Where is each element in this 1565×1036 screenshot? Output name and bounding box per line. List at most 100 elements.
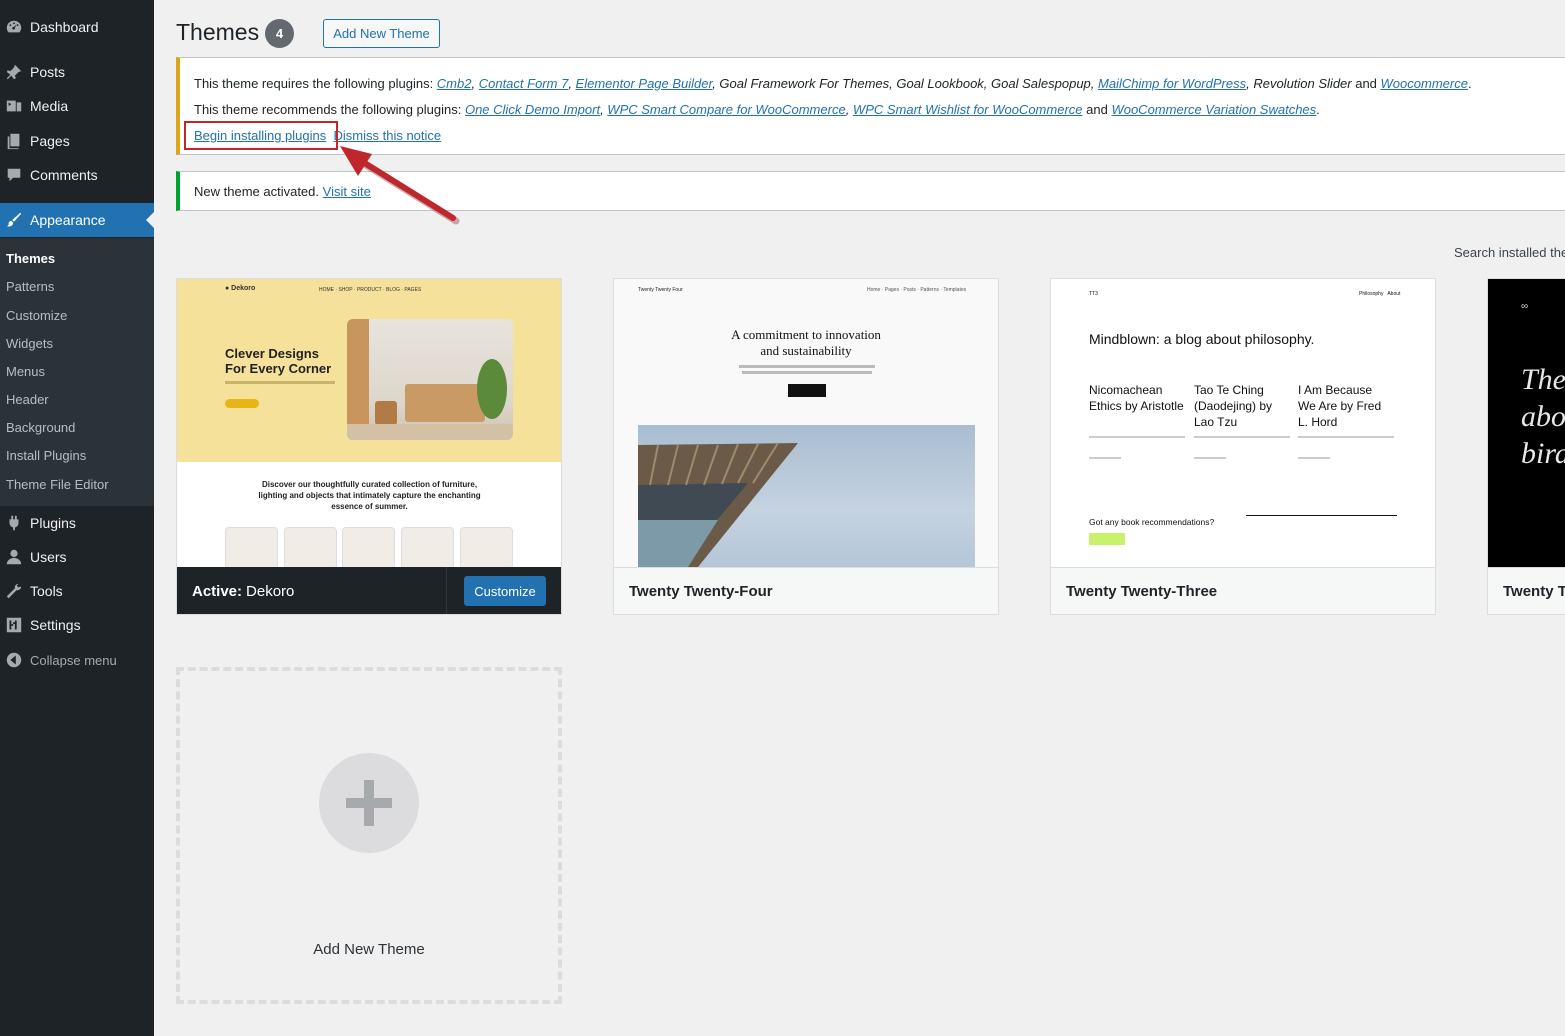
dekoro-logo: ● Dekoro xyxy=(225,285,256,292)
menu-comments-label: Comments xyxy=(30,167,98,183)
theme-screenshot: ∞ The abo bird xyxy=(1488,279,1565,567)
revolution-slider-text: Revolution Slider xyxy=(1253,76,1352,91)
dekoro-category-card xyxy=(401,527,454,567)
tt4-building-photo xyxy=(638,425,975,567)
menu-pages[interactable]: Pages xyxy=(0,124,154,158)
menu-comments[interactable]: Comments xyxy=(0,158,154,192)
pushpin-icon xyxy=(3,62,25,82)
active-label: Active: xyxy=(192,582,243,600)
menu-posts-label: Posts xyxy=(30,64,66,80)
theme-card-twenty-twenty-two[interactable]: ∞ The abo bird Twenty Tw xyxy=(1487,278,1565,615)
recommended-prefix: This theme recommends the following plug… xyxy=(194,102,465,117)
menu-settings[interactable]: Settings xyxy=(0,608,154,642)
tt4-brand: Twenty Twenty Four xyxy=(638,287,683,293)
plugin-link-contact-form-7[interactable]: Contact Form 7 xyxy=(479,76,569,91)
menu-media[interactable]: Media xyxy=(0,89,154,123)
submenu-customize[interactable]: Customize xyxy=(6,308,67,323)
menu-tools[interactable]: Tools xyxy=(0,574,154,608)
menu-users-label: Users xyxy=(30,549,67,565)
menu-plugins-label: Plugins xyxy=(30,515,76,531)
plugin-link-ocdi[interactable]: One Click Demo Import xyxy=(465,102,600,117)
tt3-title: Mindblown: a blog about philosophy. xyxy=(1089,331,1315,347)
customize-button[interactable]: Customize xyxy=(464,576,546,606)
plugin-link-wpc-wishlist[interactable]: WPC Smart Wishlist for WooCommerce xyxy=(853,102,1083,117)
plugin-link-wpc-compare[interactable]: WPC Smart Compare for WooCommerce xyxy=(607,102,845,117)
menu-dashboard-label: Dashboard xyxy=(30,19,99,35)
tt4-subtext xyxy=(739,365,875,368)
theme-name: Twenty Tw xyxy=(1488,567,1565,614)
plugin-link-woocommerce[interactable]: Woocommerce xyxy=(1381,76,1468,91)
plugin-link-variation-swatches[interactable]: WooCommerce Variation Swatches xyxy=(1111,102,1316,117)
submenu-themes[interactable]: Themes xyxy=(6,251,55,266)
tt4-subtext xyxy=(742,371,872,374)
dekoro-shop-button xyxy=(225,399,259,408)
menu-tools-label: Tools xyxy=(30,583,63,599)
tt3-divider xyxy=(1246,515,1397,516)
menu-users[interactable]: Users xyxy=(0,540,154,574)
tt3-get-in-touch-button xyxy=(1089,533,1125,545)
menu-settings-label: Settings xyxy=(30,617,81,633)
menu-appearance[interactable]: Appearance xyxy=(0,203,154,237)
wrench-icon xyxy=(3,581,25,601)
tt3-excerpt xyxy=(1298,436,1394,438)
settings-icon xyxy=(3,615,25,635)
dekoro-category-card xyxy=(460,527,513,567)
media-icon xyxy=(3,96,25,116)
tt3-date xyxy=(1298,457,1330,459)
comments-icon xyxy=(3,165,25,185)
submenu-background[interactable]: Background xyxy=(6,420,75,435)
tt4-nav: Home · Pages · Posts · Patterns · Templa… xyxy=(867,287,967,293)
tt3-excerpt xyxy=(1089,436,1185,438)
recommended-plugins-line: This theme recommends the following plug… xyxy=(194,102,1320,117)
theme-count-badge: 4 xyxy=(265,19,294,48)
theme-card-twenty-twenty-four[interactable]: Twenty Twenty Four Home · Pages · Posts … xyxy=(613,278,999,615)
collapse-menu-label: Collapse menu xyxy=(30,652,117,668)
activated-text: New theme activated. xyxy=(194,184,320,199)
theme-name: Twenty Twenty-Three xyxy=(1051,567,1435,614)
plugin-link-elementor[interactable]: Elementor Page Builder xyxy=(576,76,713,91)
submenu-menus[interactable]: Menus xyxy=(6,364,45,379)
dekoro-category-card xyxy=(225,527,278,567)
plugin-icon xyxy=(3,513,25,533)
annotation-arrow xyxy=(340,146,460,225)
required-plugins-line: This theme requires the following plugin… xyxy=(194,76,1472,91)
dekoro-heading: Clever Designs For Every Corner xyxy=(225,346,332,376)
theme-screenshot: TT3 Philosophy About Mindblown: a blog a… xyxy=(1051,279,1435,567)
dekoro-category-card xyxy=(342,527,395,567)
plugin-link-cmb2[interactable]: Cmb2 xyxy=(437,76,472,91)
dekoro-subtext xyxy=(225,381,335,384)
tt2-heading: The abo bird xyxy=(1521,363,1565,470)
theme-footer-active: Active: Dekoro Customize xyxy=(177,567,561,614)
pages-icon xyxy=(3,131,25,151)
collapse-menu-button[interactable]: Collapse menu xyxy=(0,643,154,677)
theme-screenshot: ● Dekoro HOME · SHOP · PRODUCT · BLOG · … xyxy=(177,279,561,567)
tt4-heading: A commitment to innovation and sustainabi… xyxy=(731,327,881,358)
plus-icon xyxy=(319,753,419,853)
admin-sidebar: Dashboard Posts Media Pages Comments App… xyxy=(0,0,154,1036)
dekoro-hero: ● Dekoro HOME · SHOP · PRODUCT · BLOG · … xyxy=(177,279,561,462)
page-title: Themes xyxy=(176,19,260,45)
plugin-link-mailchimp[interactable]: MailChimp for WordPress xyxy=(1098,76,1246,91)
add-new-theme-button[interactable]: Add New Theme xyxy=(323,19,440,48)
theme-screenshot: Twenty Twenty Four Home · Pages · Posts … xyxy=(614,279,998,567)
dekoro-nav: HOME · SHOP · PRODUCT · BLOG · PAGES xyxy=(319,287,422,293)
search-themes-label: Search installed the xyxy=(1454,245,1565,260)
active-theme-name: Dekoro xyxy=(246,582,295,600)
tt2-logo-icon: ∞ xyxy=(1521,301,1529,312)
submenu-widgets[interactable]: Widgets xyxy=(6,336,53,351)
submenu-install-plugins[interactable]: Install Plugins xyxy=(6,448,86,463)
menu-posts[interactable]: Posts xyxy=(0,55,154,89)
add-new-theme-card[interactable]: Add New Theme xyxy=(176,667,562,1004)
add-new-theme-label: Add New Theme xyxy=(313,941,425,958)
tt3-date xyxy=(1089,457,1121,459)
tt3-brand: TT3 xyxy=(1089,291,1098,297)
collapse-icon xyxy=(3,650,25,670)
menu-plugins[interactable]: Plugins xyxy=(0,506,154,540)
submenu-theme-file-editor[interactable]: Theme File Editor xyxy=(6,477,109,492)
submenu-patterns[interactable]: Patterns xyxy=(6,279,54,294)
tt3-nav: Philosophy About xyxy=(1359,291,1401,297)
theme-card-twenty-twenty-three[interactable]: TT3 Philosophy About Mindblown: a blog a… xyxy=(1050,278,1436,615)
submenu-header[interactable]: Header xyxy=(6,392,49,407)
theme-card-dekoro[interactable]: ● Dekoro HOME · SHOP · PRODUCT · BLOG · … xyxy=(176,278,562,615)
menu-dashboard[interactable]: Dashboard xyxy=(0,10,154,44)
